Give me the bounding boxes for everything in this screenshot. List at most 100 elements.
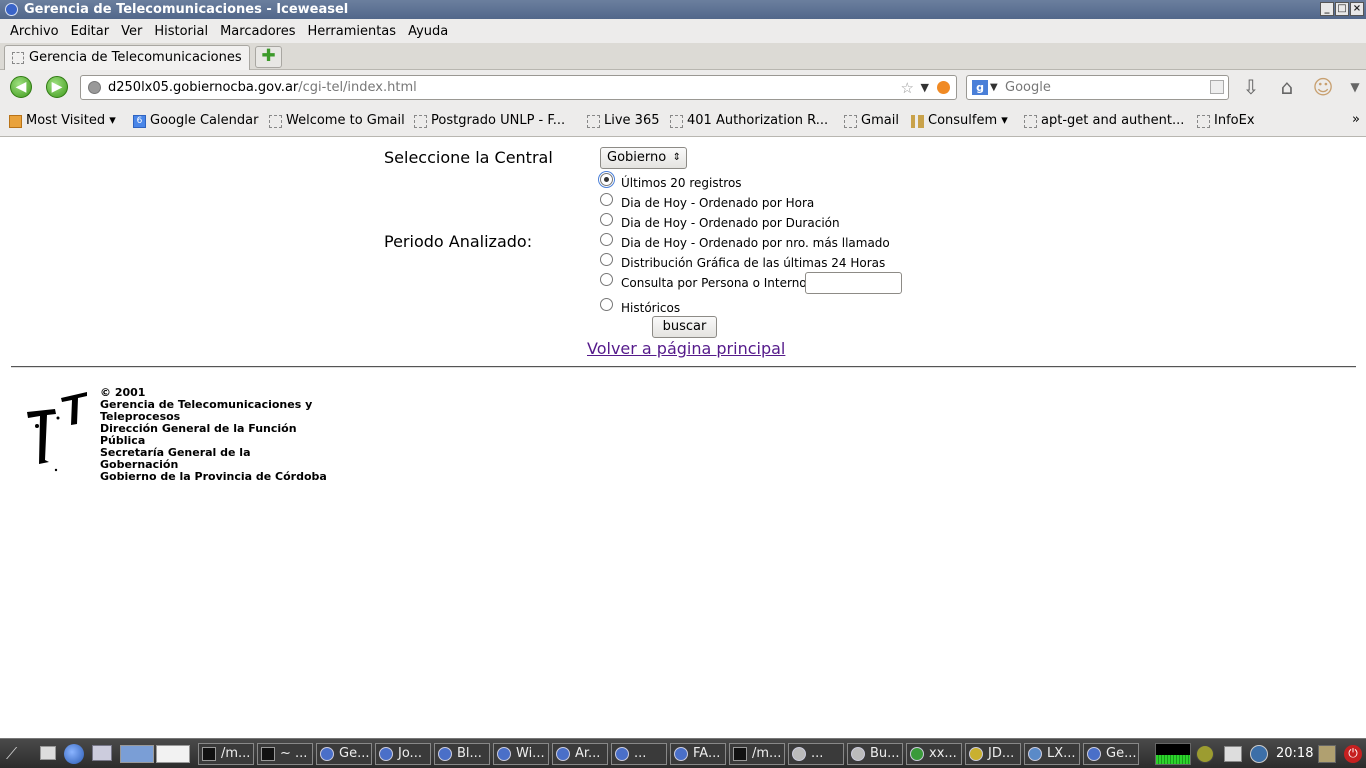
desktop-pager-2[interactable] xyxy=(156,745,190,763)
bookmark-gmail[interactable]: Gmail xyxy=(844,113,899,128)
bookmark-infoex[interactable]: InfoEx xyxy=(1197,113,1255,128)
task-browser-bl[interactable]: Bl... xyxy=(434,743,490,765)
new-tab-button[interactable]: ✚ xyxy=(255,46,282,68)
window-titlebar: Gerencia de Telecomunicaciones - Iceweas… xyxy=(0,0,1366,19)
task-label: LX... xyxy=(1047,746,1076,761)
volver-link[interactable]: Volver a página principal xyxy=(587,339,785,358)
task-browser-ar[interactable]: Ar... xyxy=(552,743,608,765)
bookmark-label: InfoEx xyxy=(1214,113,1255,128)
task-app-11[interactable]: ... xyxy=(788,743,844,765)
chevron-right-icon[interactable]: » xyxy=(1352,112,1360,127)
menu-historial[interactable]: Historial xyxy=(148,24,214,39)
task-label: ... xyxy=(811,746,824,761)
page-icon xyxy=(12,52,24,64)
task-terminal-3[interactable]: /m... xyxy=(729,743,785,765)
task-browser-jo[interactable]: Jo... xyxy=(375,743,431,765)
menu-herramientas[interactable]: Herramientas xyxy=(302,24,403,39)
bookmark-apt-get[interactable]: apt-get and authent... xyxy=(1024,113,1184,128)
app-icon xyxy=(969,747,983,761)
task-browser-ge-2[interactable]: Ge... xyxy=(1083,743,1139,765)
feed-icon[interactable] xyxy=(937,81,950,94)
task-label: JD... xyxy=(988,746,1015,761)
option-label: Dia de Hoy - Ordenado por Duración xyxy=(621,216,840,230)
browser-launcher-icon[interactable] xyxy=(64,744,84,764)
radio-button[interactable] xyxy=(600,298,613,311)
persona-interno-input[interactable] xyxy=(805,272,902,294)
task-app-lx[interactable]: LX... xyxy=(1024,743,1080,765)
power-icon[interactable]: ⏻ xyxy=(1344,745,1362,763)
url-host: d250lx05.gobiernocba.gov.ar xyxy=(108,80,299,95)
radio-button[interactable] xyxy=(600,233,613,246)
chevron-down-icon[interactable]: ▼ xyxy=(990,76,998,99)
forward-button[interactable]: ▶ xyxy=(46,76,68,98)
menu-editar[interactable]: Editar xyxy=(65,24,116,39)
bookmark-welcome-gmail[interactable]: Welcome to Gmail xyxy=(269,113,405,128)
google-engine-icon[interactable]: g xyxy=(972,80,988,95)
central-select[interactable]: Gobierno ⇕ xyxy=(600,147,687,169)
divider xyxy=(11,366,1356,368)
page-icon xyxy=(587,115,600,128)
url-bar[interactable]: d250lx05.gobiernocba.gov.ar/cgi-tel/inde… xyxy=(80,75,957,100)
lock-icon[interactable] xyxy=(1318,745,1336,763)
menu-marcadores[interactable]: Marcadores xyxy=(214,24,301,39)
iceweasel-icon xyxy=(674,747,688,761)
menu-ayuda[interactable]: Ayuda xyxy=(402,24,454,39)
desktop-pager-1[interactable] xyxy=(120,745,154,763)
radio-button[interactable] xyxy=(600,253,613,266)
buscar-button[interactable]: buscar xyxy=(652,316,717,338)
menu-archivo[interactable]: Archivo xyxy=(4,24,65,39)
start-menu-icon[interactable]: ⟋ xyxy=(6,744,17,764)
bookmark-label: Google Calendar xyxy=(150,113,259,128)
bookmark-label: Gmail xyxy=(861,113,899,128)
bookmark-postgrado[interactable]: Postgrado UNLP - F... xyxy=(414,113,565,128)
windows-icon[interactable] xyxy=(92,745,112,761)
tray-window-icon[interactable] xyxy=(1224,746,1242,762)
addon-icon[interactable]: ☺ xyxy=(1311,76,1335,100)
task-label: Bl... xyxy=(457,746,482,761)
minimize-button[interactable]: _ xyxy=(1320,2,1334,16)
task-label: FA... xyxy=(693,746,721,761)
bookmark-consulfem[interactable]: Consulfem ▾ xyxy=(911,113,1008,128)
radio-button[interactable] xyxy=(600,193,613,206)
task-search-bu[interactable]: Bu... xyxy=(847,743,903,765)
task-browser-ge[interactable]: Ge... xyxy=(316,743,372,765)
show-desktop-icon[interactable] xyxy=(40,746,56,760)
bookmark-google-calendar[interactable]: 6 Google Calendar xyxy=(133,113,258,128)
task-label: Wi... xyxy=(516,746,545,761)
bookmark-401[interactable]: 401 Authorization R... xyxy=(670,113,828,128)
network-icon[interactable] xyxy=(1250,745,1268,763)
radio-button[interactable] xyxy=(600,213,613,226)
home-icon[interactable]: ⌂ xyxy=(1275,76,1299,100)
bookmark-live365[interactable]: Live 365 xyxy=(587,113,660,128)
menu-ver[interactable]: Ver xyxy=(115,24,148,39)
maximize-button[interactable]: □ xyxy=(1335,2,1349,16)
close-button[interactable]: × xyxy=(1350,2,1364,16)
bookmark-star-icon[interactable]: ☆ xyxy=(901,77,914,100)
downloads-icon[interactable]: ⇩ xyxy=(1239,76,1263,100)
footer-credits: © 2001 Gerencia de Telecomunicaciones y … xyxy=(100,387,330,483)
task-app-jd[interactable]: JD... xyxy=(965,743,1021,765)
task-app-xx[interactable]: xx... xyxy=(906,743,962,765)
search-icon[interactable] xyxy=(1210,80,1224,94)
back-button[interactable]: ◀ xyxy=(10,76,32,98)
task-browser-8[interactable]: ... xyxy=(611,743,667,765)
task-browser-fa[interactable]: FA... xyxy=(670,743,726,765)
radio-button[interactable] xyxy=(600,173,613,186)
option-label: Distribución Gráfica de las últimas 24 H… xyxy=(621,256,886,270)
task-terminal-2[interactable]: ~ ... xyxy=(257,743,313,765)
tab-gerencia[interactable]: Gerencia de Telecomunicaciones xyxy=(4,45,250,70)
task-browser-wi[interactable]: Wi... xyxy=(493,743,549,765)
most-visited-icon xyxy=(9,115,22,128)
iceweasel-icon xyxy=(379,747,393,761)
periodo-label: Periodo Analizado: xyxy=(384,232,533,251)
bookmark-most-visited[interactable]: Most Visited ▾ xyxy=(9,113,116,128)
bookmark-label: Postgrado UNLP - F... xyxy=(431,113,566,128)
chevron-down-icon[interactable]: ▼ xyxy=(921,76,929,99)
iceweasel-icon xyxy=(320,747,334,761)
chevron-down-icon[interactable]: ▼ xyxy=(1343,76,1366,100)
tray-app-icon[interactable] xyxy=(1196,745,1214,763)
radio-button[interactable] xyxy=(600,273,613,286)
task-terminal-1[interactable]: /m... xyxy=(198,743,254,765)
task-label: /m... xyxy=(221,746,251,761)
search-bar[interactable]: g ▼ Google xyxy=(966,75,1229,100)
